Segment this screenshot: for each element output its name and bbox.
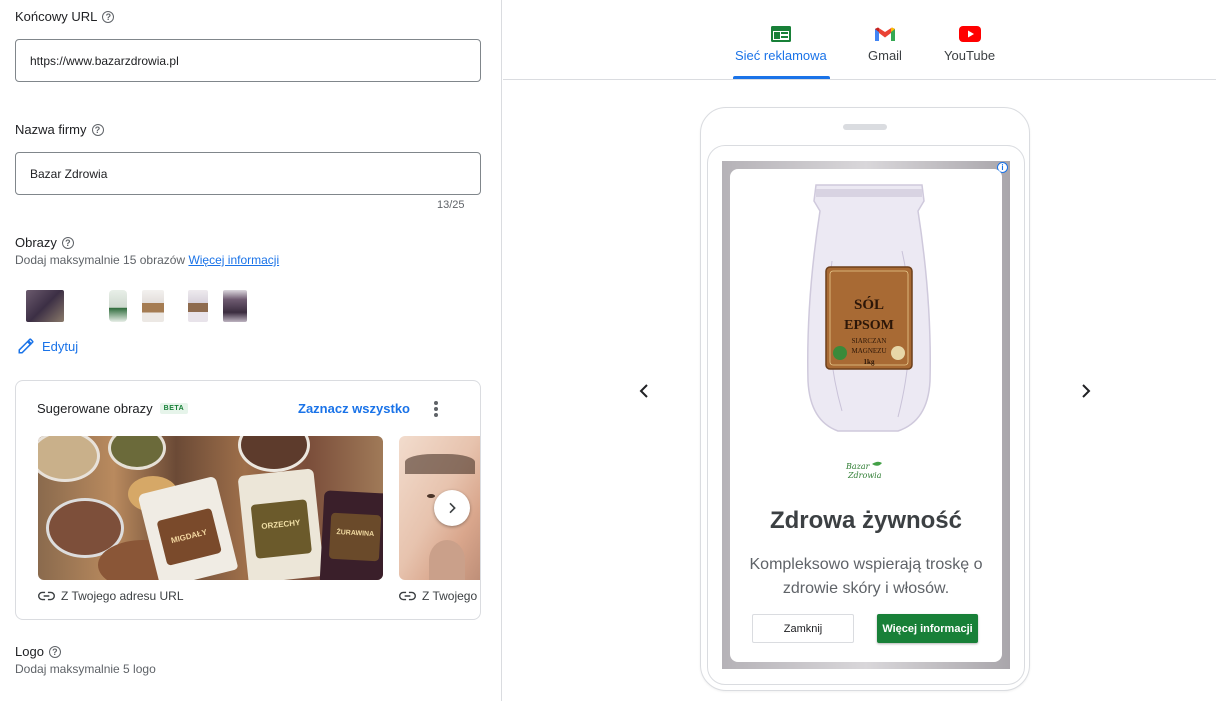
tab-gmail[interactable]: Gmail [868,24,902,63]
image-thumbnail[interactable] [26,290,64,322]
image-thumbnail[interactable] [142,290,164,322]
ad-description: Kompleksowo wspierają troskę o zdrowie s… [749,556,983,597]
help-icon[interactable]: ? [48,645,61,658]
suggested-images-card: Sugerowane obrazy BETA Zaznacz wszystko … [15,380,481,620]
phone-speaker [843,124,887,130]
tab-youtube[interactable]: YouTube [944,24,995,63]
svg-text:Zdrowia: Zdrowia [847,471,882,480]
edit-images-button[interactable]: Edytuj [17,337,78,355]
image-thumbnails [26,290,262,322]
more-info-link[interactable]: Więcej informacji [188,253,279,267]
phone-mockup: i SÓL EPSOM SIARCZAN MAGNEZU 1kg Bazar Z… [700,107,1030,691]
gmail-icon [874,27,895,41]
preview-next-button[interactable] [1076,381,1096,401]
product-label-line: EPSOM [844,318,894,333]
preview-prev-button[interactable] [634,381,654,401]
more-info-button[interactable]: Więcej informacji [877,614,978,643]
business-name-label: Nazwa firmy ? [15,122,104,137]
carousel-next-button[interactable] [434,490,470,526]
image-thumbnail[interactable] [223,290,247,322]
beta-badge: BETA [159,403,189,414]
images-hint: Dodaj maksymalnie 15 obrazów Więcej info… [15,253,280,267]
link-icon [38,591,55,601]
close-button[interactable]: Zamknij [752,614,854,643]
help-icon[interactable]: ? [102,10,115,23]
active-tab-indicator [733,76,830,79]
display-network-icon [770,26,791,42]
image-source-label: Z Twojego adresu URL [38,589,184,603]
tab-display-network[interactable]: Sieć reklamowa [735,24,827,63]
bag-label: MIGDAŁY [156,507,222,566]
ad-card: SÓL EPSOM SIARCZAN MAGNEZU 1kg Bazar Zdr… [730,169,1002,662]
chevron-left-icon [639,384,648,398]
preview-tabs: Sieć reklamowa Gmail YouTube [503,0,1216,80]
final-url-input[interactable]: https://www.bazarzdrowia.pl [15,39,481,82]
pencil-icon [18,338,34,354]
final-url-label: Końcowy URL ? [15,9,115,24]
chevron-right-icon [449,502,456,514]
help-icon[interactable]: ? [61,236,74,249]
link-icon [399,591,416,601]
more-options-icon[interactable] [428,399,444,419]
product-image: SÓL EPSOM SIARCZAN MAGNEZU 1kg [807,184,931,432]
logo-label: Logo ? [15,644,61,659]
bag-label: ORZECHY [250,499,312,559]
image-source-label: Z Twojego adresu URL [399,589,480,603]
product-label-line: 1kg [864,358,875,366]
product-label-line: MAGNEZU [852,347,887,355]
youtube-icon [958,26,981,42]
image-thumbnail[interactable] [109,290,127,322]
bag-label: ŻURAWINA [328,512,382,562]
ad-preview-panel: Sieć reklamowa Gmail YouTube i SÓL EPSOM… [503,0,1216,701]
chevron-right-icon [1082,384,1091,398]
business-name-input[interactable]: Bazar Zdrowia [15,152,481,195]
character-counter: 13/25 [437,199,465,211]
ad-form-panel: Końcowy URL ? https://www.bazarzdrowia.p… [0,0,502,701]
ad-headline: Zdrowa żywność [769,507,963,534]
product-label-line: SÓL [854,296,884,313]
select-all-button[interactable]: Zaznacz wszystko [298,401,410,416]
phone-screen: i SÓL EPSOM SIARCZAN MAGNEZU 1kg Bazar Z… [707,145,1025,685]
suggested-images-title: Sugerowane obrazy BETA [37,401,189,416]
help-icon[interactable]: ? [91,123,104,136]
svg-text:Bazar: Bazar [845,462,871,471]
brand-logo: Bazar Zdrowia [845,461,882,480]
image-thumbnail[interactable] [188,290,208,322]
images-label: Obrazy ? [15,235,74,250]
logo-hint: Dodaj maksymalnie 5 logo [15,662,156,676]
product-label-line: SIARCZAN [851,337,886,345]
suggested-image[interactable]: MIGDAŁY ORZECHY ŻURAWINA [38,436,383,580]
